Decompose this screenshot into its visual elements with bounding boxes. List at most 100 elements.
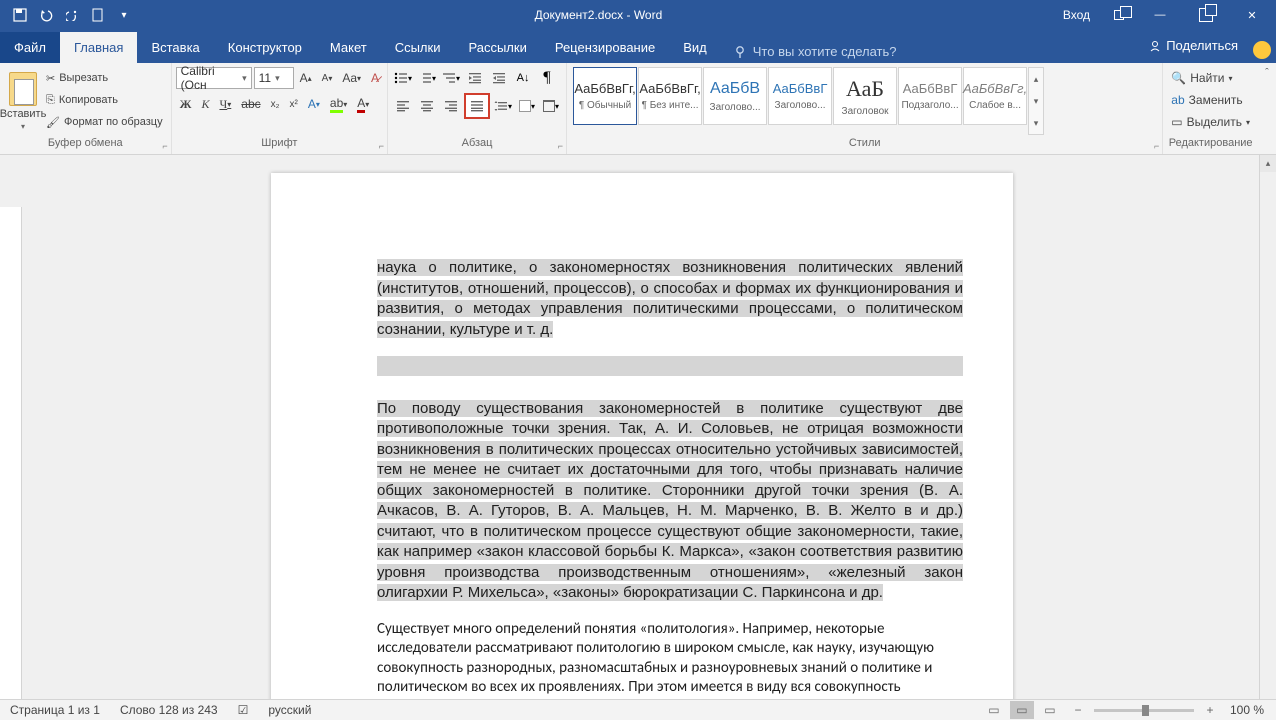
- group-editing: 🔍Найти▾ abЗаменить ▭Выделить▾ Редактиров…: [1163, 63, 1258, 154]
- find-button[interactable]: 🔍Найти▾: [1167, 67, 1254, 89]
- align-right-button[interactable]: [440, 95, 462, 117]
- line-spacing-button[interactable]: ▾: [492, 95, 514, 117]
- document-workspace[interactable]: наука о политике, о закономерностях возн…: [0, 155, 1276, 699]
- para-3[interactable]: Существует много определений понятия «по…: [377, 620, 963, 700]
- clear-format-button[interactable]: A̷: [367, 67, 383, 89]
- tab-mailings[interactable]: Рассылки: [454, 32, 540, 63]
- qat-customize-button[interactable]: ▾: [114, 5, 134, 25]
- show-marks-button[interactable]: ¶: [536, 67, 558, 89]
- scissors-icon: ✂: [46, 72, 55, 85]
- share-button[interactable]: Поделиться: [1138, 32, 1248, 59]
- subscript-button[interactable]: x₂: [267, 93, 284, 115]
- replace-icon: ab: [1171, 93, 1184, 107]
- align-center-button[interactable]: [416, 95, 438, 117]
- replace-button[interactable]: abЗаменить: [1167, 89, 1254, 111]
- style-heading2[interactable]: АаБбВвГЗаголово...: [768, 67, 832, 125]
- italic-button[interactable]: К: [197, 93, 213, 115]
- borders-button[interactable]: ▾: [540, 95, 562, 117]
- zoom-slider[interactable]: [1094, 709, 1194, 712]
- bullets-button[interactable]: ▾: [392, 67, 414, 89]
- copy-icon: ⎘: [46, 94, 55, 107]
- tell-me-search[interactable]: Что вы хотите сделать?: [721, 44, 1138, 59]
- save-icon[interactable]: [10, 5, 30, 25]
- tab-file[interactable]: Файл: [0, 32, 60, 63]
- para-1[interactable]: наука о политике, о закономерностях возн…: [377, 259, 963, 338]
- group-label-styles: Стили: [571, 137, 1158, 154]
- ruler-vertical[interactable]: [0, 207, 22, 699]
- cut-button[interactable]: ✂Вырезать: [42, 67, 167, 89]
- style-no-spacing[interactable]: АаБбВвГг,¶ Без инте...: [638, 67, 702, 125]
- style-heading1[interactable]: АаБбВЗаголово...: [703, 67, 767, 125]
- redo-button[interactable]: [62, 5, 82, 25]
- format-painter-button[interactable]: 🖌Формат по образцу: [42, 111, 167, 133]
- style-normal[interactable]: АаБбВвГг,¶ Обычный: [573, 67, 637, 125]
- tab-layout[interactable]: Макет: [316, 32, 381, 63]
- select-button[interactable]: ▭Выделить▾: [1167, 111, 1254, 133]
- grow-font-button[interactable]: A▴: [296, 67, 316, 89]
- view-print-button[interactable]: ▭: [1010, 701, 1034, 719]
- status-proofing[interactable]: ☑: [228, 703, 259, 717]
- align-left-button[interactable]: [392, 95, 414, 117]
- maximize-button[interactable]: [1186, 0, 1226, 30]
- copy-button[interactable]: ⎘Копировать: [42, 89, 167, 111]
- superscript-button[interactable]: x²: [286, 93, 302, 115]
- minimize-button[interactable]: —: [1140, 0, 1180, 30]
- para-2[interactable]: По поводу существования закономерностей …: [377, 400, 963, 602]
- zoom-in-button[interactable]: +: [1198, 701, 1222, 719]
- tab-view[interactable]: Вид: [669, 32, 721, 63]
- styles-gallery-more[interactable]: ▴▾▾: [1028, 67, 1044, 135]
- undo-button[interactable]: [36, 5, 56, 25]
- scroll-up-button[interactable]: ▴: [1260, 155, 1276, 172]
- tab-review[interactable]: Рецензирование: [541, 32, 669, 63]
- strike-button[interactable]: abc: [237, 93, 264, 115]
- zoom-out-button[interactable]: −: [1066, 701, 1090, 719]
- font-color-button[interactable]: A▾: [353, 93, 373, 115]
- styles-launcher[interactable]: ⌐: [1154, 141, 1159, 151]
- new-doc-button[interactable]: [88, 5, 108, 25]
- collapse-ribbon-button[interactable]: ˆ: [1265, 67, 1269, 79]
- view-web-button[interactable]: ▭: [1038, 701, 1062, 719]
- style-title[interactable]: АаБЗаголовок: [833, 67, 897, 125]
- document-title: Документ2.docx - Word: [134, 8, 1063, 22]
- style-subtle-emphasis[interactable]: АаБбВвГг,Слабое в...: [963, 67, 1027, 125]
- decrease-indent-button[interactable]: [464, 67, 486, 89]
- bold-button[interactable]: Ж: [176, 93, 196, 115]
- tab-home[interactable]: Главная: [60, 32, 137, 63]
- tab-references[interactable]: Ссылки: [381, 32, 455, 63]
- font-launcher[interactable]: ⌐: [379, 141, 384, 151]
- tab-design[interactable]: Конструктор: [214, 32, 316, 63]
- shading-button[interactable]: ▾: [516, 95, 538, 117]
- styles-gallery[interactable]: АаБбВвГг,¶ Обычный АаБбВвГг,¶ Без инте..…: [571, 65, 1046, 137]
- group-clipboard: Вставить ▾ ✂Вырезать ⎘Копировать 🖌Формат…: [0, 63, 172, 154]
- style-subtitle[interactable]: АаБбВвГПодзаголо...: [898, 67, 962, 125]
- login-link[interactable]: Вход: [1063, 8, 1090, 22]
- status-words[interactable]: Слово 128 из 243: [110, 703, 228, 717]
- feedback-icon[interactable]: [1253, 41, 1271, 59]
- clipboard-launcher[interactable]: ⌐: [162, 141, 167, 151]
- share-label: Поделиться: [1166, 38, 1238, 53]
- close-button[interactable]: ✕: [1232, 0, 1272, 30]
- font-name-combo[interactable]: Calibri (Осн▾: [176, 67, 252, 89]
- title-bar: ▾ Документ2.docx - Word Вход — ✕: [0, 0, 1276, 30]
- paste-button[interactable]: Вставить ▾: [4, 65, 42, 137]
- change-case-button[interactable]: Aa▾: [338, 67, 365, 89]
- status-language[interactable]: русский: [258, 703, 321, 717]
- font-size-combo[interactable]: 11▾: [254, 67, 294, 89]
- underline-button[interactable]: Ч▾: [215, 93, 235, 115]
- vertical-scrollbar[interactable]: ▴: [1259, 155, 1276, 699]
- shrink-font-button[interactable]: A▾: [318, 67, 337, 89]
- zoom-level[interactable]: 100 %: [1226, 703, 1268, 717]
- document-page[interactable]: наука о политике, о закономерностях возн…: [271, 173, 1013, 699]
- status-page[interactable]: Страница 1 из 1: [0, 703, 110, 717]
- align-justify-button[interactable]: [464, 93, 490, 119]
- numbering-button[interactable]: ▾: [416, 67, 438, 89]
- paragraph-launcher[interactable]: ⌐: [558, 141, 563, 151]
- increase-indent-button[interactable]: [488, 67, 510, 89]
- multilevel-button[interactable]: ▾: [440, 67, 462, 89]
- highlight-button[interactable]: ab▾: [326, 93, 351, 115]
- tab-insert[interactable]: Вставка: [137, 32, 213, 63]
- text-effects-button[interactable]: A▾: [304, 93, 324, 115]
- sort-button[interactable]: A↓: [512, 67, 534, 89]
- view-read-button[interactable]: ▭: [982, 701, 1006, 719]
- ribbon-display-button[interactable]: [1104, 0, 1134, 30]
